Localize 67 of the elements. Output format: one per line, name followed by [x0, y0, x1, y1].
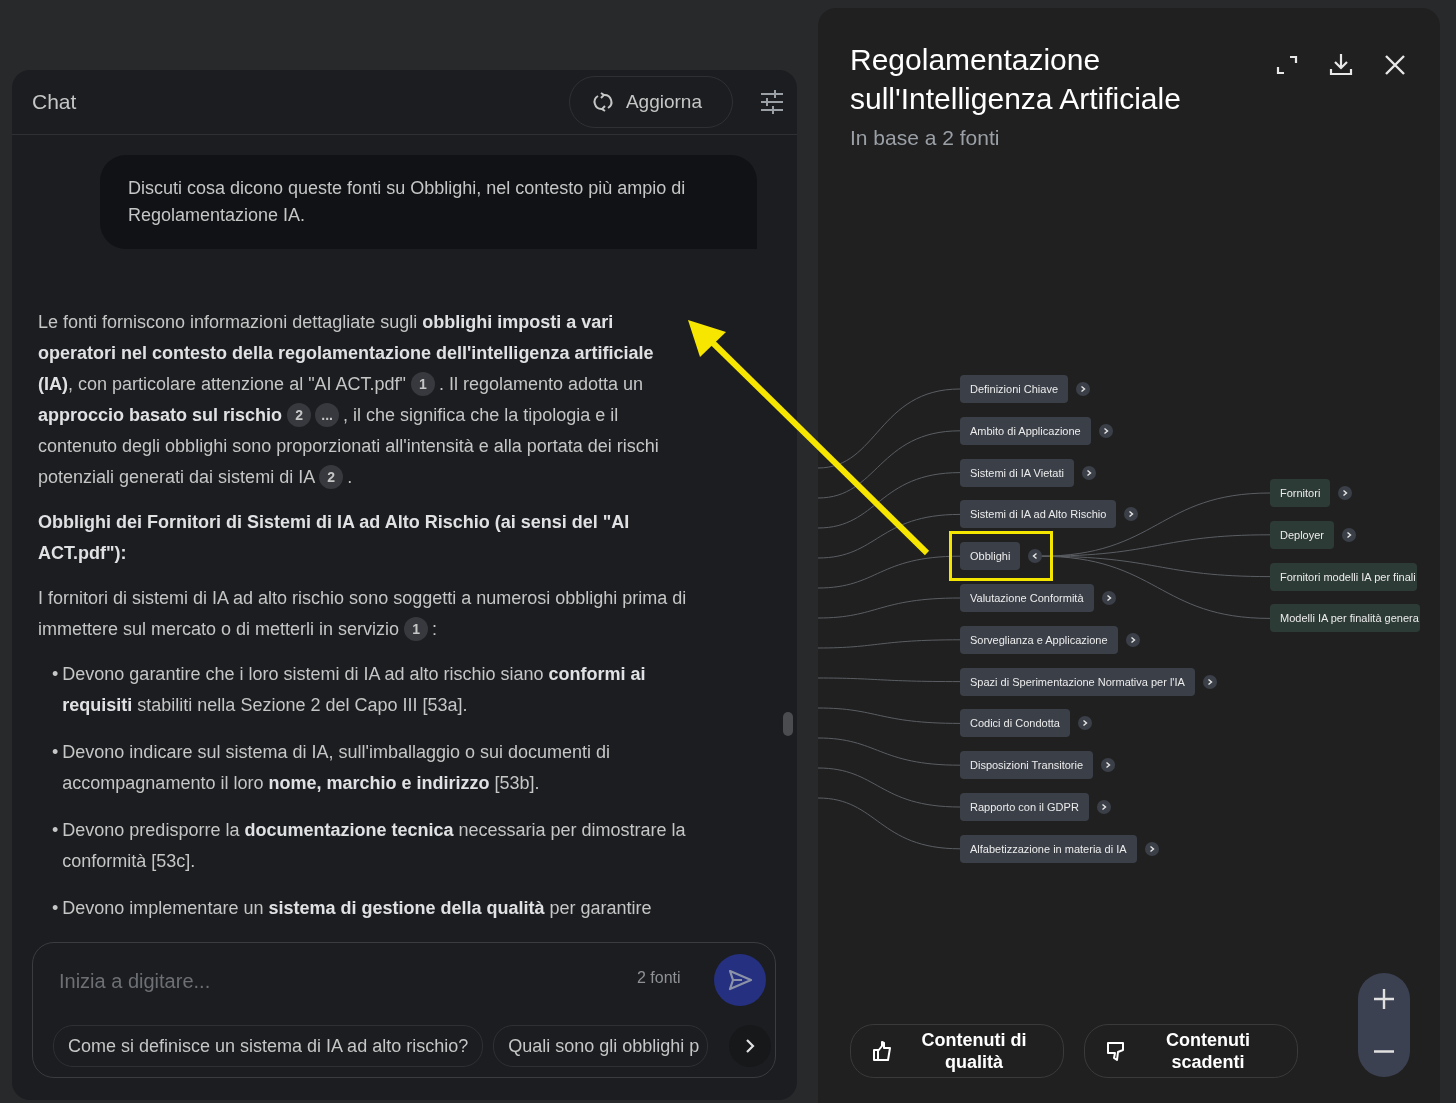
answer-paragraph: Le fonti forniscono informazioni dettagliate sugli obblighi imposti a vari operatori nel contesto della regolamentazione dell'intelligenza artificiale (IA), con particolare attenzione al "AI ACT.pdf" 1 . Il regolamento adotta un approccio basato sul rischio 2 ... , il che significa che la tipologia e il contenuto degli obblighi sono proporzionati all'intensità e alla portata dei rischi potenziali generati dai sistemi di IA 2 . [38, 311, 660, 491]
map-node[interactable]: Obblighi [960, 542, 1021, 571]
suggestion-chip[interactable]: Quali sono gli obblighi p [493, 1025, 709, 1067]
map-node[interactable]: Definizioni Chiave [960, 375, 1069, 403]
map-node[interactable]: Codici di Condotta [960, 709, 1070, 738]
message-input[interactable]: Inizia a digitare... [57, 963, 621, 999]
expand-icon[interactable] [1124, 507, 1139, 522]
source-count: 2 fonti [637, 969, 681, 987]
collapse-icon[interactable] [1028, 549, 1043, 564]
feedback-button[interactable]: Contenuti scadenti [1084, 1024, 1298, 1078]
expand-icon[interactable] [1076, 382, 1091, 396]
map-node[interactable]: Modelli IA per finalità genera [1270, 604, 1420, 633]
map-node[interactable]: Fornitori modelli IA per finali [1270, 562, 1417, 591]
download-icon [1328, 52, 1354, 78]
expand-icon[interactable] [1098, 423, 1113, 438]
bullet-marker: • [52, 741, 59, 764]
citation-chip[interactable]: 2 [287, 403, 312, 427]
source-note: In base a 2 fonti [850, 126, 1000, 150]
bullet-text: Devono predisporre la documentazione tecnica necessaria per dimostrare la conformità [53c]. [62, 819, 687, 873]
map-node[interactable]: Valutazione Conformità [960, 584, 1094, 612]
map-node[interactable]: Sistemi di IA ad Alto Rischio [960, 500, 1117, 529]
suggestion-chip[interactable]: Come si definisce un sistema di IA ad alto rischio? [53, 1025, 484, 1067]
thumbs-up-icon [871, 1040, 893, 1062]
refresh-icon [591, 91, 614, 113]
download-button[interactable] [1328, 52, 1354, 78]
bullet-marker: • [52, 897, 59, 920]
plus-icon [1374, 989, 1394, 1009]
send-button[interactable] [714, 954, 766, 1006]
panel-title: Chat [32, 90, 78, 114]
minus-icon [1374, 1049, 1394, 1053]
map-node[interactable]: Ambito di Applicazione [960, 416, 1091, 445]
expand-icon[interactable] [1144, 841, 1159, 856]
map-node[interactable]: Sorveglianza e Applicazione [960, 625, 1118, 654]
scrollbar-thumb[interactable] [783, 712, 793, 736]
section-heading: Obblighi dei Fornitori di Sistemi di IA ad Alto Rischio (ai sensi del "AI ACT.pdf"): [38, 511, 631, 565]
map-node[interactable]: Fornitori [1270, 479, 1331, 507]
map-node[interactable]: Alfabetizzazione in materia di IA [960, 834, 1137, 863]
expand-icon[interactable] [1101, 758, 1116, 773]
user-message: Discuti cosa dicono queste fonti su Obblighi, nel contesto più ampio di Regolamentazione IA. [100, 155, 757, 249]
settings-icon[interactable] [759, 89, 785, 115]
feedback-button[interactable]: Contenuti di qualità [850, 1024, 1064, 1078]
thumbs-down-icon [1105, 1040, 1127, 1062]
expand-icon[interactable] [1077, 716, 1092, 731]
citation-chip[interactable]: ... [315, 403, 340, 427]
citation-chip[interactable]: 1 [410, 372, 435, 396]
expand-icon[interactable] [1342, 527, 1357, 542]
expand-icon[interactable] [1096, 800, 1111, 814]
next-button[interactable] [729, 1025, 771, 1067]
map-node[interactable]: Disposizioni Transitorie [960, 751, 1094, 780]
map-node[interactable]: Sistemi di IA Vietati [960, 458, 1074, 487]
bullet-marker: • [52, 663, 59, 686]
citation-chip[interactable]: 1 [404, 617, 429, 641]
answer-paragraph: I fornitori di sistemi di IA ad alto rischio sono soggetti a numerosi obblighi prima di immettere sul mercato o di metterli in servizio 1 : [38, 587, 688, 643]
bullet-text: Devono indicare sul sistema di IA, sull'imballaggio o sui documenti di accompagnamento il loro nome, marchio e indirizzo [53b]. [62, 741, 612, 795]
expand-icon[interactable] [1125, 632, 1140, 647]
citation-chip[interactable]: 2 [319, 465, 344, 489]
expand-icon[interactable] [1202, 674, 1217, 689]
mind-map-title: Regolamentazione sull'Intelligenza Artificiale [850, 42, 1182, 117]
expand-icon[interactable] [1081, 465, 1096, 480]
expand-icon[interactable] [1101, 591, 1116, 605]
bullet-marker: • [52, 819, 59, 842]
map-node[interactable]: Spazi di Sperimentazione Normativa per l'IA [960, 667, 1195, 696]
map-node[interactable]: Deployer [1270, 520, 1335, 549]
map-node[interactable]: Rapporto con il GDPR [960, 793, 1089, 821]
bullet-text: Devono garantire che i loro sistemi di IA ad alto rischio siano conformi ai requisiti stabiliti nella Sezione 2 del Capo III [53a]. [62, 663, 647, 717]
bullet-text: Devono implementare un sistema di gestione della qualità per garantire [62, 897, 652, 920]
expand-icon[interactable] [1338, 486, 1353, 500]
